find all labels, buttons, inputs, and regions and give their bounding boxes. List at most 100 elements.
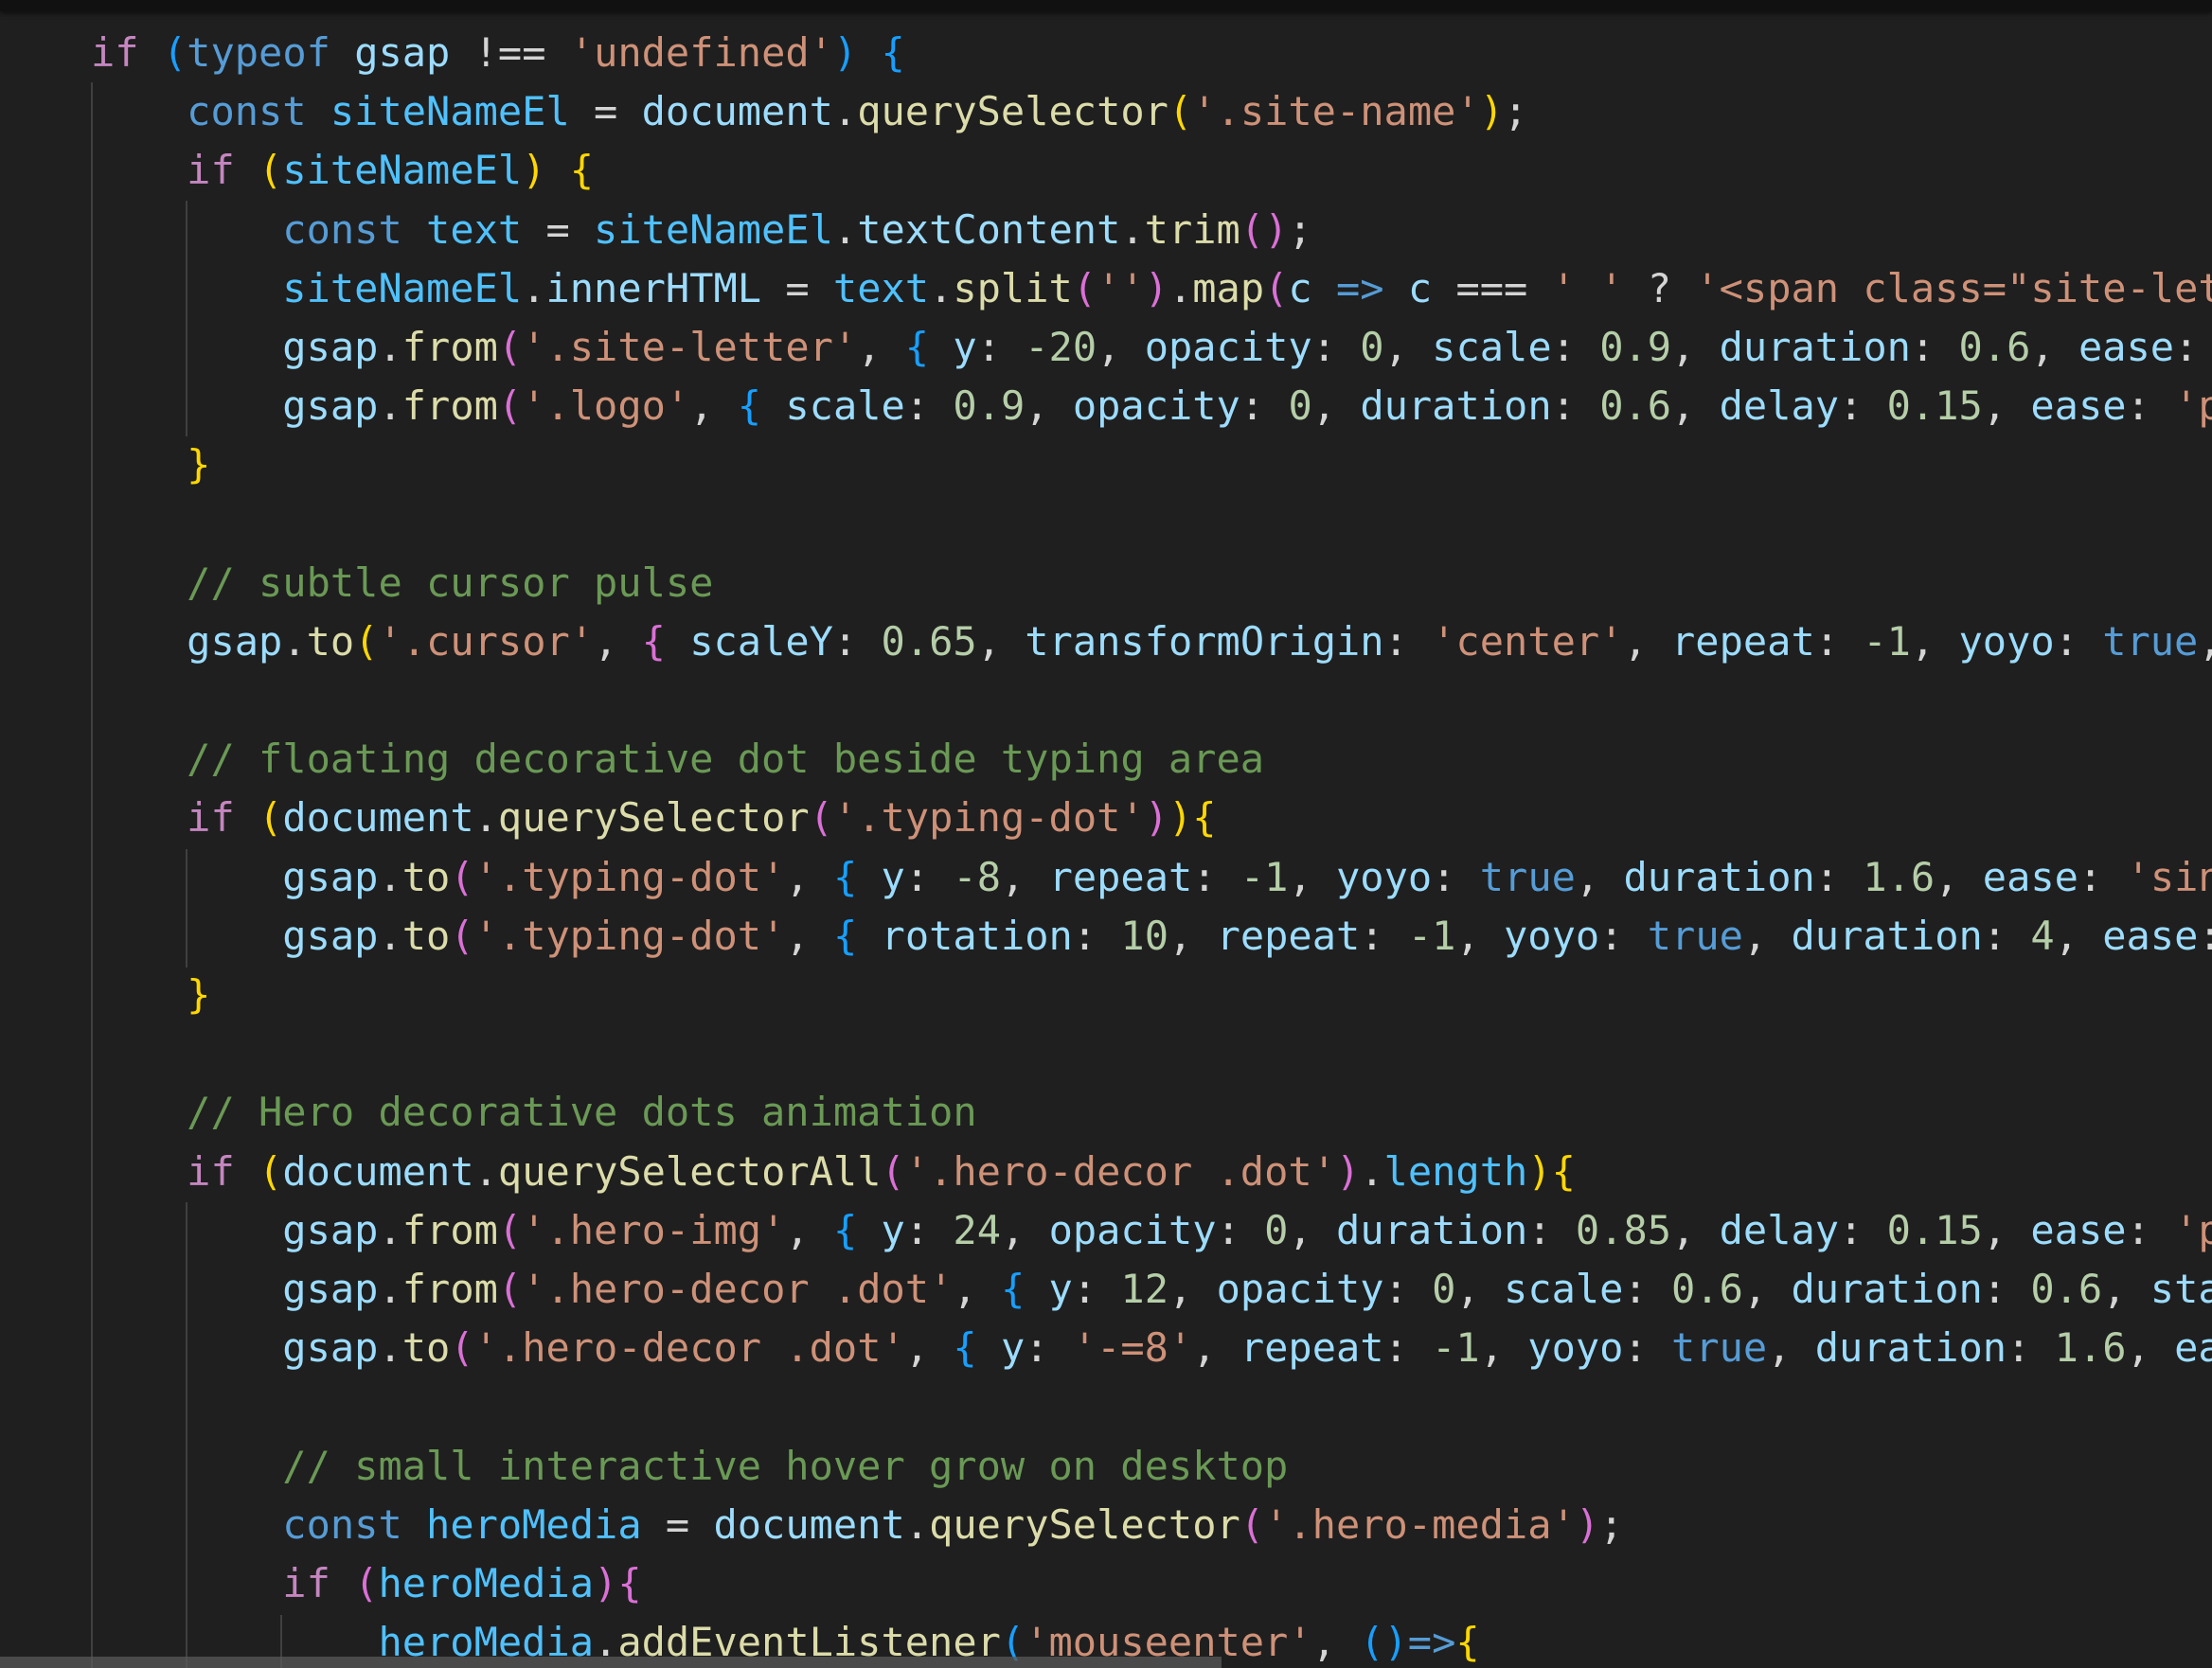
code-line[interactable]: const heroMedia = document.querySelector…: [91, 1496, 2212, 1554]
code-token: !==: [450, 29, 570, 76]
code-token: {: [641, 617, 666, 665]
code-lines[interactable]: if (typeof gsap !== 'undefined') { const…: [91, 24, 2212, 1668]
code-token: to: [401, 853, 451, 900]
code-token: :: [1192, 853, 1240, 900]
code-token: ===: [1432, 264, 1552, 311]
code-token: {: [1551, 1147, 1576, 1195]
code-token: ;: [1503, 88, 1528, 135]
code-line[interactable]: gsap.to('.hero-decor .dot', { y: '-=8', …: [91, 1319, 2212, 1377]
code-token: y: [881, 853, 905, 900]
code-token: .: [522, 264, 546, 311]
code-token: y: [1048, 1265, 1073, 1312]
code-line[interactable]: }: [91, 435, 2212, 494]
code-token: (: [259, 794, 283, 842]
code-token: ,: [1742, 912, 1792, 959]
code-token: ,: [1311, 382, 1361, 430]
code-line[interactable]: // small interactive hover grow on deskt…: [91, 1437, 2212, 1496]
code-token: eas: [2174, 1324, 2212, 1372]
code-token: // Hero decorative dots animation: [187, 1089, 977, 1136]
code-line[interactable]: gsap.to('.typing-dot', { y: -8, repeat: …: [91, 848, 2212, 907]
code-token: '.typing-dot': [473, 912, 786, 959]
code-line[interactable]: if (heroMedia){: [91, 1554, 2212, 1613]
code-token: (: [497, 1265, 523, 1312]
code-token: ): [522, 147, 546, 194]
code-line[interactable]: gsap.to('.typing-dot', { rotation: 10, r…: [91, 907, 2212, 966]
code-line[interactable]: if (typeof gsap !== 'undefined') {: [91, 24, 2212, 82]
code-token: '.site-letter': [522, 323, 858, 370]
code-token: opacity: [1072, 382, 1240, 430]
code-token: :: [1623, 1265, 1672, 1312]
code-token: .: [904, 1500, 930, 1548]
code-token: querySelector: [497, 794, 810, 842]
code-token: :: [1551, 323, 1600, 370]
code-token: (: [809, 794, 833, 842]
code-token: .: [473, 1147, 498, 1195]
code-line[interactable]: siteNameEl.innerHTML = text.split('').ma…: [91, 259, 2212, 318]
code-line[interactable]: if (document.querySelectorAll('.hero-dec…: [91, 1143, 2212, 1201]
code-token: -1: [1240, 853, 1289, 900]
code-token: const: [282, 1500, 402, 1548]
code-line[interactable]: gsap.from('.site-letter', { y: -20, opac…: [91, 318, 2212, 377]
code-token: ,: [1168, 912, 1217, 959]
code-token: =: [641, 1500, 714, 1548]
code-line[interactable]: [91, 495, 2212, 554]
horizontal-scrollbar[interactable]: [0, 1657, 1222, 1668]
code-line[interactable]: if (document.querySelector('.typing-dot'…: [91, 789, 2212, 847]
code-line[interactable]: // Hero decorative dots animation: [91, 1083, 2212, 1142]
code-token: ,: [2126, 1324, 2175, 1372]
code-token: map: [1192, 264, 1265, 311]
code-line[interactable]: gsap.from('.hero-decor .dot', { y: 12, o…: [91, 1260, 2212, 1319]
code-line[interactable]: const siteNameEl = document.querySelecto…: [91, 82, 2212, 141]
code-line[interactable]: // subtle cursor pulse: [91, 554, 2212, 612]
code-token: 12: [1120, 1265, 1168, 1312]
code-token: scaleY: [689, 617, 833, 665]
code-line[interactable]: gsap.to('.cursor', { scaleY: 0.65, trans…: [91, 612, 2212, 671]
code-token: 0.6: [1671, 1265, 1743, 1312]
code-token: gsap: [282, 382, 379, 430]
code-line[interactable]: // floating decorative dot beside typing…: [91, 730, 2212, 789]
code-line[interactable]: gsap.from('.logo', { scale: 0.9, opacity…: [91, 377, 2212, 435]
code-token: {: [832, 912, 858, 959]
code-token: c: [1407, 264, 1433, 311]
code-token: :: [904, 853, 954, 900]
code-token: ): [1575, 1500, 1600, 1548]
code-token: 0.65: [881, 617, 977, 665]
code-token: 0.6: [1599, 382, 1672, 430]
code-token: ease: [1982, 853, 2078, 900]
code-token: {: [569, 147, 595, 194]
code-token: 0.6: [1958, 323, 2031, 370]
code-token: (: [450, 1324, 474, 1372]
code-token: 0: [1264, 1206, 1289, 1253]
code-token: ,: [1910, 617, 1959, 665]
code-token: 0.9: [953, 382, 1026, 430]
code-line[interactable]: }: [91, 966, 2212, 1024]
code-token: ?: [1623, 264, 1696, 311]
code-token: ,: [1575, 853, 1624, 900]
code-line[interactable]: [91, 1024, 2212, 1083]
code-line[interactable]: [91, 671, 2212, 730]
code-token: :: [2198, 913, 2212, 959]
code-token: ,: [1025, 382, 1073, 430]
code-line[interactable]: if (siteNameEl) {: [91, 141, 2212, 200]
code-token: 0: [1360, 323, 1384, 370]
code-token: duration: [1791, 1265, 1983, 1312]
code-line[interactable]: [91, 1377, 2212, 1436]
code-token: :: [904, 382, 954, 430]
code-token: :: [1432, 853, 1480, 900]
code-token: ,: [1767, 1324, 1815, 1372]
code-editor[interactable]: if (typeof gsap !== 'undefined') { const…: [0, 0, 2212, 1668]
code-line[interactable]: gsap.from('.hero-img', { y: 24, opacity:…: [91, 1201, 2212, 1260]
code-token: yoyo: [1527, 1324, 1624, 1372]
code-token: if: [187, 147, 235, 194]
code-line[interactable]: const text = siteNameEl.textContent.trim…: [91, 201, 2212, 259]
